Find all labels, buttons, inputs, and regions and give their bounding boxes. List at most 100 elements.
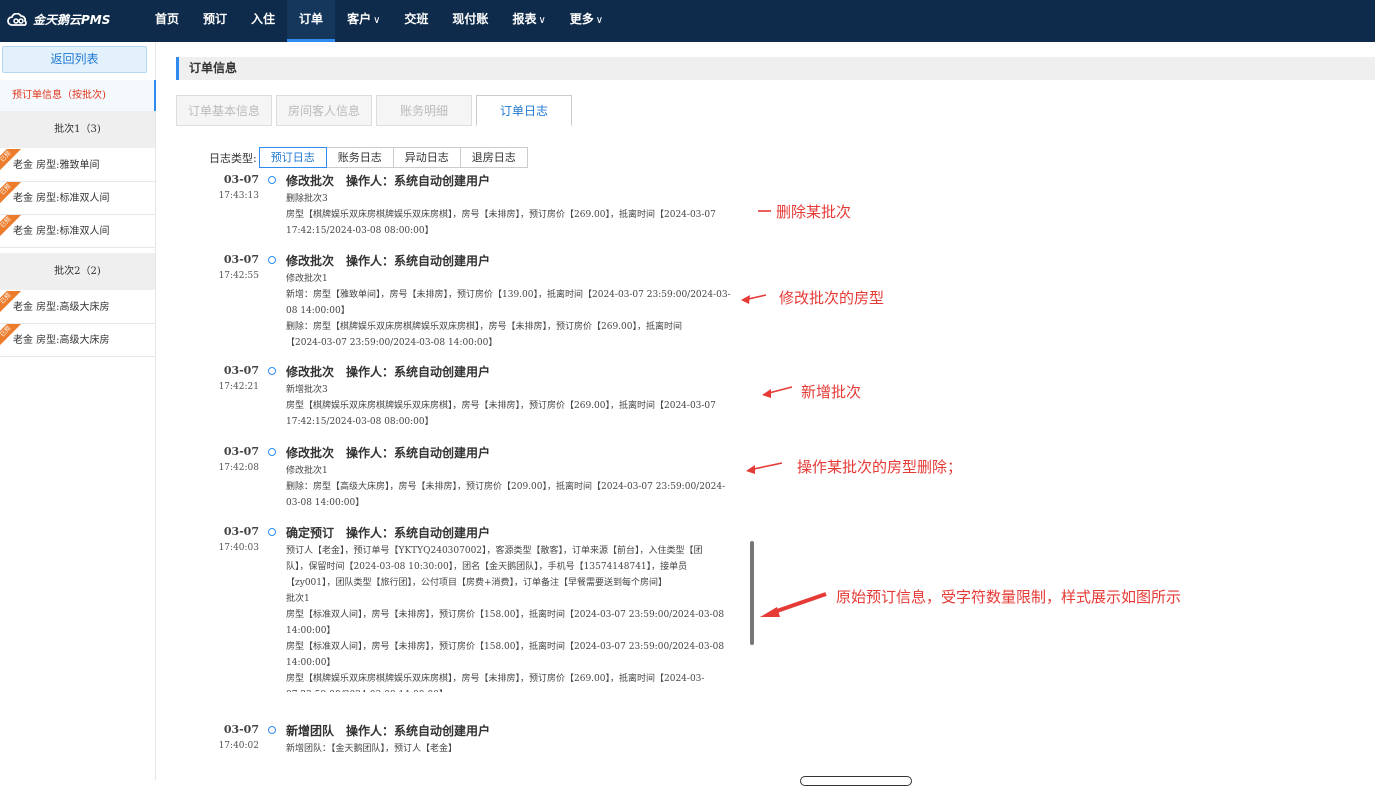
nav-item-label: 客户 [347, 12, 372, 26]
entry-date: 03-07 [223, 525, 259, 538]
nav-item-label: 入住 [251, 12, 276, 26]
entry-line: 批次1 [286, 594, 310, 604]
entry-scrollbar[interactable] [750, 541, 754, 645]
tab-1[interactable]: 房间客人信息 [276, 95, 372, 126]
tab-3[interactable]: 订单日志 [476, 95, 572, 126]
entry-date: 03-07 [223, 173, 259, 186]
entry-time: 17:42:21 [218, 382, 259, 392]
nav-item-label: 现付账 [452, 12, 489, 26]
sidebar: 返回列表 预订单信息（按批次) 批次1（3) 已预 老金 房型:雅致单间 已预 老金 房… [0, 42, 156, 780]
entry-operator: 操作人：系统自动创建用户 [346, 724, 491, 738]
entry-line: 【2024-03-07 23:59:00/2024-03-08 14:00:00… [286, 338, 498, 348]
timeline-dot-icon [268, 256, 276, 264]
room-label: 老金 房型:高级大床房 [13, 335, 110, 346]
timeline-dot-icon [268, 367, 276, 375]
arrow-line [748, 462, 783, 471]
nav-item[interactable]: 首页 [143, 0, 191, 42]
nav-item[interactable]: 报表 ∨ [500, 0, 557, 42]
entry-date: 03-07 [223, 445, 259, 458]
timeline-dot-icon [268, 528, 276, 536]
log-type-tab[interactable]: 异动日志 [392, 147, 461, 168]
nav-item[interactable]: 入住 [239, 0, 287, 42]
entry-body: 新增批次3 房型【棋牌娱乐双床房棋牌娱乐双床房棋】，房号【未排房】，预订房价【26… [286, 382, 752, 430]
tab-0[interactable]: 订单基本信息 [176, 95, 272, 126]
annotation-modify-room-type: 修改批次的房型 [779, 289, 885, 307]
nav-item[interactable]: 客户 ∨ [335, 0, 392, 42]
annotation-original-booking: 原始预订信息，受字符数量限制，样式展示如图所示 [836, 588, 1182, 606]
room-label: 老金 房型:高级大床房 [13, 302, 110, 313]
entry-title: 修改批次 操作人：系统自动创建用户 [286, 172, 490, 189]
entry-line: 17:42:15/2024-03-08 08:00:00】 [286, 226, 434, 236]
entry-title: 修改批次 操作人：系统自动创建用户 [286, 444, 490, 461]
log-type-tab[interactable]: 预订日志 [258, 147, 327, 168]
room-list-item[interactable]: 已预 老金 房型:标准双人间 [0, 182, 155, 215]
room-list-item[interactable]: 已预 老金 房型:高级大床房 [0, 324, 155, 357]
entry-time: 17:43:13 [218, 191, 259, 201]
nav-item-label: 预订 [203, 12, 228, 26]
room-label: 老金 房型:雅致单间 [13, 160, 100, 171]
batch-header[interactable]: 批次2（2) [0, 253, 155, 290]
chevron-down-icon: ∨ [373, 15, 381, 26]
nav-item-label: 交班 [404, 12, 429, 26]
logo-text: 金天鹅云PMS [33, 13, 111, 27]
entry-line: 【zy001】，团队类型【旅行团】，公付项目【房费+消费】，订单备注【早餐需要送… [286, 578, 668, 588]
entry-time: 17:40:02 [218, 741, 259, 751]
nav-item-label: 更多 [569, 12, 594, 26]
entry-line: 08 14:00:00】 [286, 306, 350, 316]
entry-line: 房型【棋牌娱乐双床房棋牌娱乐双床房棋】，房号【未排房】，预订房价【269.00】… [286, 401, 716, 411]
entry-operator: 操作人：系统自动创建用户 [346, 254, 491, 268]
entry-date: 03-07 [223, 364, 259, 377]
entry-line: 删除：房型【高级大床房】，房号【未排房】，预订房价【209.00】，抵离时间【2… [286, 482, 726, 492]
nav-item[interactable]: 预订 [191, 0, 239, 42]
bottom-button-fragment[interactable] [800, 776, 912, 786]
nav-item[interactable]: 现付账 [440, 0, 500, 42]
timeline-dot-icon [268, 726, 276, 734]
entry-line: 14:00:00】 [286, 658, 336, 668]
entry-time: 17:40:03 [218, 543, 259, 553]
entry-line: 房型【标准双人间】，房号【未排房】，预订房价【158.00】，抵离时间【2024… [286, 610, 725, 620]
log-type-group: 预订日志 账务日志 异动日志 退房日志 [258, 147, 528, 168]
room-list-item[interactable]: 已预 老金 房型:雅致单间 [0, 149, 155, 182]
entry-title: 新增团队 操作人：系统自动创建用户 [286, 722, 490, 739]
log-type-tab[interactable]: 账务日志 [325, 147, 394, 168]
entry-action: 修改批次 [286, 365, 335, 379]
tab-2[interactable]: 账务明细 [376, 95, 472, 126]
batch-header[interactable]: 批次1（3) [0, 111, 155, 148]
entry-action: 修改批次 [286, 254, 335, 268]
entry-action: 新增团队 [286, 724, 335, 738]
app-logo[interactable]: 金天鹅云PMS [7, 11, 110, 28]
booking-info-item[interactable]: 预订单信息（按批次) [0, 80, 156, 111]
entry-action: 修改批次 [286, 446, 335, 460]
room-list-item[interactable]: 已预 老金 房型:标准双人间 [0, 215, 155, 248]
room-list-item[interactable]: 已预 老金 房型:高级大床房 [0, 291, 155, 324]
entry-body: 修改批次1 删除：房型【高级大床房】，房号【未排房】，预订房价【209.00】，抵… [286, 463, 752, 511]
annotation-add-batch: 新增批次 [801, 383, 862, 401]
entry-title: 确定预订 操作人：系统自动创建用户 [286, 524, 490, 541]
entry-title: 修改批次 操作人：系统自动创建用户 [286, 252, 490, 269]
entry-line: 修改批次1 [286, 466, 328, 476]
entry-body: 删除批次3 房型【棋牌娱乐双床房棋牌娱乐双床房棋】，房号【未排房】，预订房价【26… [286, 191, 752, 239]
entry-line: 03-08 14:00:00】 [286, 498, 365, 508]
entry-line: 新增：房型【雅致单间】，房号【未排房】，预订房价【139.00】，抵离时间【20… [286, 290, 731, 300]
top-navigation-bar: 金天鹅云PMS 首页 预订 入住 订单 客户 ∨ 交班 现付账 报表 ∨ 更多 ∨ [0, 0, 1375, 42]
room-label: 老金 房型:标准双人间 [13, 226, 110, 237]
order-tabs: 订单基本信息 房间客人信息 账务明细 订单日志 [176, 95, 576, 126]
nav-item[interactable]: 订单 [287, 0, 336, 42]
back-to-list-button[interactable]: 返回列表 [2, 46, 147, 73]
entry-line: 房型【棋牌娱乐双床房棋牌娱乐双床房棋】，房号【未排房】，预订房价【269.00】… [286, 210, 716, 220]
arrow-line [773, 592, 827, 614]
entry-operator: 操作人：系统自动创建用户 [346, 526, 491, 540]
entry-body: 预订人【老金】，预订单号【YKTYQ240307002】，客源类型【散客】，订单… [286, 543, 752, 692]
arrow-line [764, 386, 793, 395]
nav-item[interactable]: 更多 ∨ [558, 0, 615, 42]
entry-time: 17:42:55 [218, 271, 259, 281]
nav-item-label: 订单 [299, 12, 324, 26]
entry-operator: 操作人：系统自动创建用户 [346, 446, 491, 460]
nav-item[interactable]: 交班 [392, 0, 440, 42]
entry-line: 房型【棋牌娱乐双床房棋牌娱乐双床房棋】，房号【未排房】，预订房价【269.00】… [286, 674, 705, 684]
entry-operator: 操作人：系统自动创建用户 [346, 174, 491, 188]
entry-body: 修改批次1 新增：房型【雅致单间】，房号【未排房】，预订房价【139.00】，抵离… [286, 271, 752, 351]
log-type-tab[interactable]: 退房日志 [459, 147, 528, 168]
section-title: 订单信息 [176, 57, 1375, 80]
arrow-head [760, 607, 780, 617]
